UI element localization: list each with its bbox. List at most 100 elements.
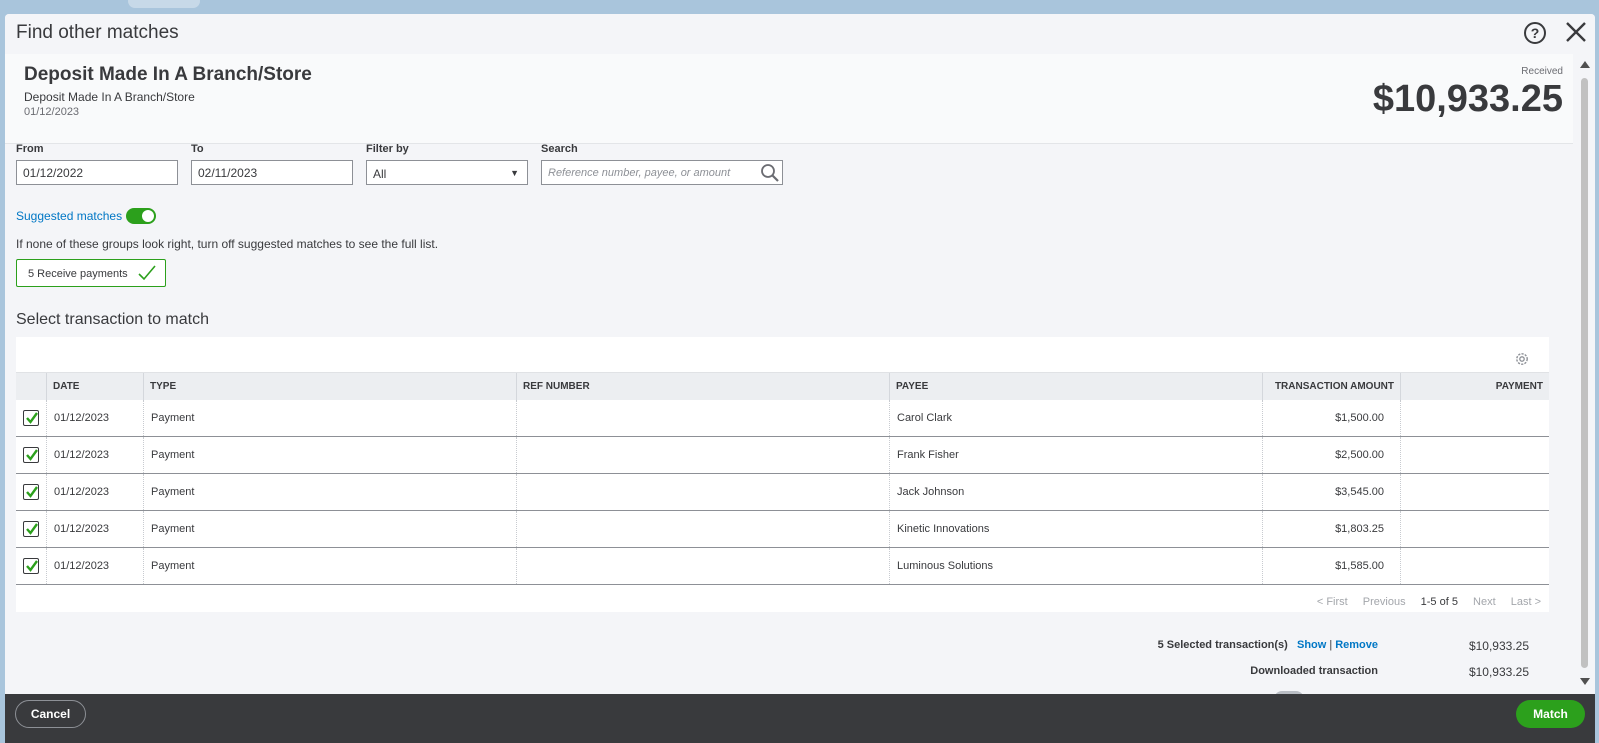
checkmark-icon xyxy=(26,486,38,498)
remove-link[interactable]: Remove xyxy=(1335,639,1378,651)
column-header-payment[interactable]: PAYMENT xyxy=(1400,373,1549,401)
suggested-group-chip[interactable]: 5 Receive payments xyxy=(16,259,166,287)
modal-footer: Cancel Match xyxy=(5,694,1595,743)
toggle-knob xyxy=(142,210,154,222)
filter-by-select[interactable]: All ▼ xyxy=(366,160,528,185)
date-cell: 01/12/2023 xyxy=(46,474,143,510)
search-icon xyxy=(761,164,779,182)
to-label: To xyxy=(191,143,204,155)
filter-by-label: Filter by xyxy=(366,143,409,155)
payee-cell: Luminous Solutions xyxy=(889,548,1262,584)
search-input[interactable] xyxy=(541,160,759,185)
row-select-cell xyxy=(16,400,46,436)
scroll-down-arrow-icon[interactable] xyxy=(1580,678,1590,685)
gear-icon[interactable] xyxy=(1513,350,1531,368)
row-select-cell xyxy=(16,437,46,473)
column-header-ref-number[interactable]: REF NUMBER xyxy=(516,373,889,401)
payment-cell[interactable] xyxy=(1400,548,1549,584)
from-label: From xyxy=(16,143,44,155)
checkmark-icon xyxy=(26,523,38,535)
transaction-date: 01/12/2023 xyxy=(24,106,80,118)
checkmark-icon xyxy=(26,449,38,461)
ref-number-cell xyxy=(516,511,889,547)
modal-scrollbar[interactable] xyxy=(1579,59,1591,689)
selected-transactions-summary: 5 Selected transaction(s) Show | Remove xyxy=(1158,639,1378,651)
from-date-input[interactable] xyxy=(16,160,178,185)
selected-total: $10,933.25 xyxy=(1468,639,1529,653)
row-select-cell xyxy=(16,474,46,510)
row-checkbox[interactable] xyxy=(23,558,39,574)
ref-number-cell xyxy=(516,400,889,436)
previous-page-link[interactable]: Previous xyxy=(1363,596,1406,608)
last-page-link[interactable]: Last > xyxy=(1511,596,1541,608)
next-page-link[interactable]: Next xyxy=(1473,596,1496,608)
downloaded-transaction-label: Downloaded transaction xyxy=(1250,665,1378,677)
suggested-matches-label: Suggested matches xyxy=(16,209,123,223)
payee-cell: Frank Fisher xyxy=(889,437,1262,473)
row-checkbox[interactable] xyxy=(23,410,39,426)
row-checkbox[interactable] xyxy=(23,447,39,463)
table-row[interactable]: 01/12/2023 Payment Jack Johnson $3,545.0… xyxy=(16,474,1549,511)
column-header-transaction-amount[interactable]: TRANSACTION AMOUNT xyxy=(1262,373,1400,401)
browser-tab-strip xyxy=(0,0,1599,14)
transactions-table: DATE TYPE REF NUMBER PAYEE TRANSACTION A… xyxy=(16,337,1549,612)
row-checkbox[interactable] xyxy=(23,484,39,500)
row-checkbox[interactable] xyxy=(23,521,39,537)
link-separator: | xyxy=(1329,639,1333,651)
payment-cell[interactable] xyxy=(1400,474,1549,510)
find-matches-modal: Find other matches ? Deposit Made In A B… xyxy=(5,14,1595,743)
close-icon[interactable] xyxy=(1563,19,1589,45)
transaction-amount-cell: $2,500.00 xyxy=(1262,437,1400,473)
received-amount: $10,933.25 xyxy=(1372,78,1563,120)
group-chip-label: 5 Receive payments xyxy=(28,268,128,280)
type-cell: Payment xyxy=(143,400,516,436)
column-header-date[interactable]: DATE xyxy=(46,373,143,401)
column-header-type[interactable]: TYPE xyxy=(143,373,516,401)
checkmark-icon xyxy=(26,560,38,572)
payment-cell[interactable] xyxy=(1400,511,1549,547)
suggested-hint: If none of these groups look right, turn… xyxy=(16,237,439,251)
checkmark-icon xyxy=(26,412,38,424)
modal-title: Find other matches xyxy=(16,22,179,43)
help-icon[interactable]: ? xyxy=(1524,22,1546,44)
payment-cell[interactable] xyxy=(1400,400,1549,436)
to-date-input[interactable] xyxy=(191,160,353,185)
table-row[interactable]: 01/12/2023 Payment Luminous Solutions $1… xyxy=(16,548,1549,585)
type-cell: Payment xyxy=(143,548,516,584)
scroll-up-arrow-icon[interactable] xyxy=(1580,61,1590,68)
chevron-down-icon: ▼ xyxy=(510,168,519,178)
type-cell: Payment xyxy=(143,474,516,510)
transaction-amount-cell: $1,803.25 xyxy=(1262,511,1400,547)
row-select-cell xyxy=(16,548,46,584)
payee-cell: Jack Johnson xyxy=(889,474,1262,510)
table-row[interactable]: 01/12/2023 Payment Carol Clark $1,500.00 xyxy=(16,400,1549,437)
transaction-amount-cell: $1,585.00 xyxy=(1262,548,1400,584)
date-cell: 01/12/2023 xyxy=(46,400,143,436)
ref-number-cell xyxy=(516,437,889,473)
show-link[interactable]: Show xyxy=(1297,639,1326,651)
type-cell: Payment xyxy=(143,511,516,547)
type-cell: Payment xyxy=(143,437,516,473)
table-row[interactable]: 01/12/2023 Payment Frank Fisher $2,500.0… xyxy=(16,437,1549,474)
received-label: Received xyxy=(1521,66,1563,77)
checkmark-icon xyxy=(138,265,156,281)
first-page-link[interactable]: < First xyxy=(1317,596,1348,608)
suggested-matches-toggle[interactable] xyxy=(126,208,156,224)
row-select-cell xyxy=(16,511,46,547)
payee-cell: Kinetic Innovations xyxy=(889,511,1262,547)
cancel-button[interactable]: Cancel xyxy=(15,700,86,728)
transaction-amount-cell: $3,545.00 xyxy=(1262,474,1400,510)
search-button[interactable] xyxy=(758,160,783,185)
payment-cell[interactable] xyxy=(1400,437,1549,473)
payee-cell: Carol Clark xyxy=(889,400,1262,436)
downloaded-total: $10,933.25 xyxy=(1468,665,1529,679)
select-column-header xyxy=(16,373,46,401)
downloaded-transaction-summary: Deposit Made In A Branch/Store Deposit M… xyxy=(5,54,1573,144)
table-header: DATE TYPE REF NUMBER PAYEE TRANSACTION A… xyxy=(16,372,1549,401)
transaction-title: Deposit Made In A Branch/Store xyxy=(24,64,312,85)
column-header-payee[interactable]: PAYEE xyxy=(889,373,1262,401)
ref-number-cell xyxy=(516,474,889,510)
scroll-thumb[interactable] xyxy=(1581,78,1588,668)
table-row[interactable]: 01/12/2023 Payment Kinetic Innovations $… xyxy=(16,511,1549,548)
match-button[interactable]: Match xyxy=(1516,700,1585,728)
